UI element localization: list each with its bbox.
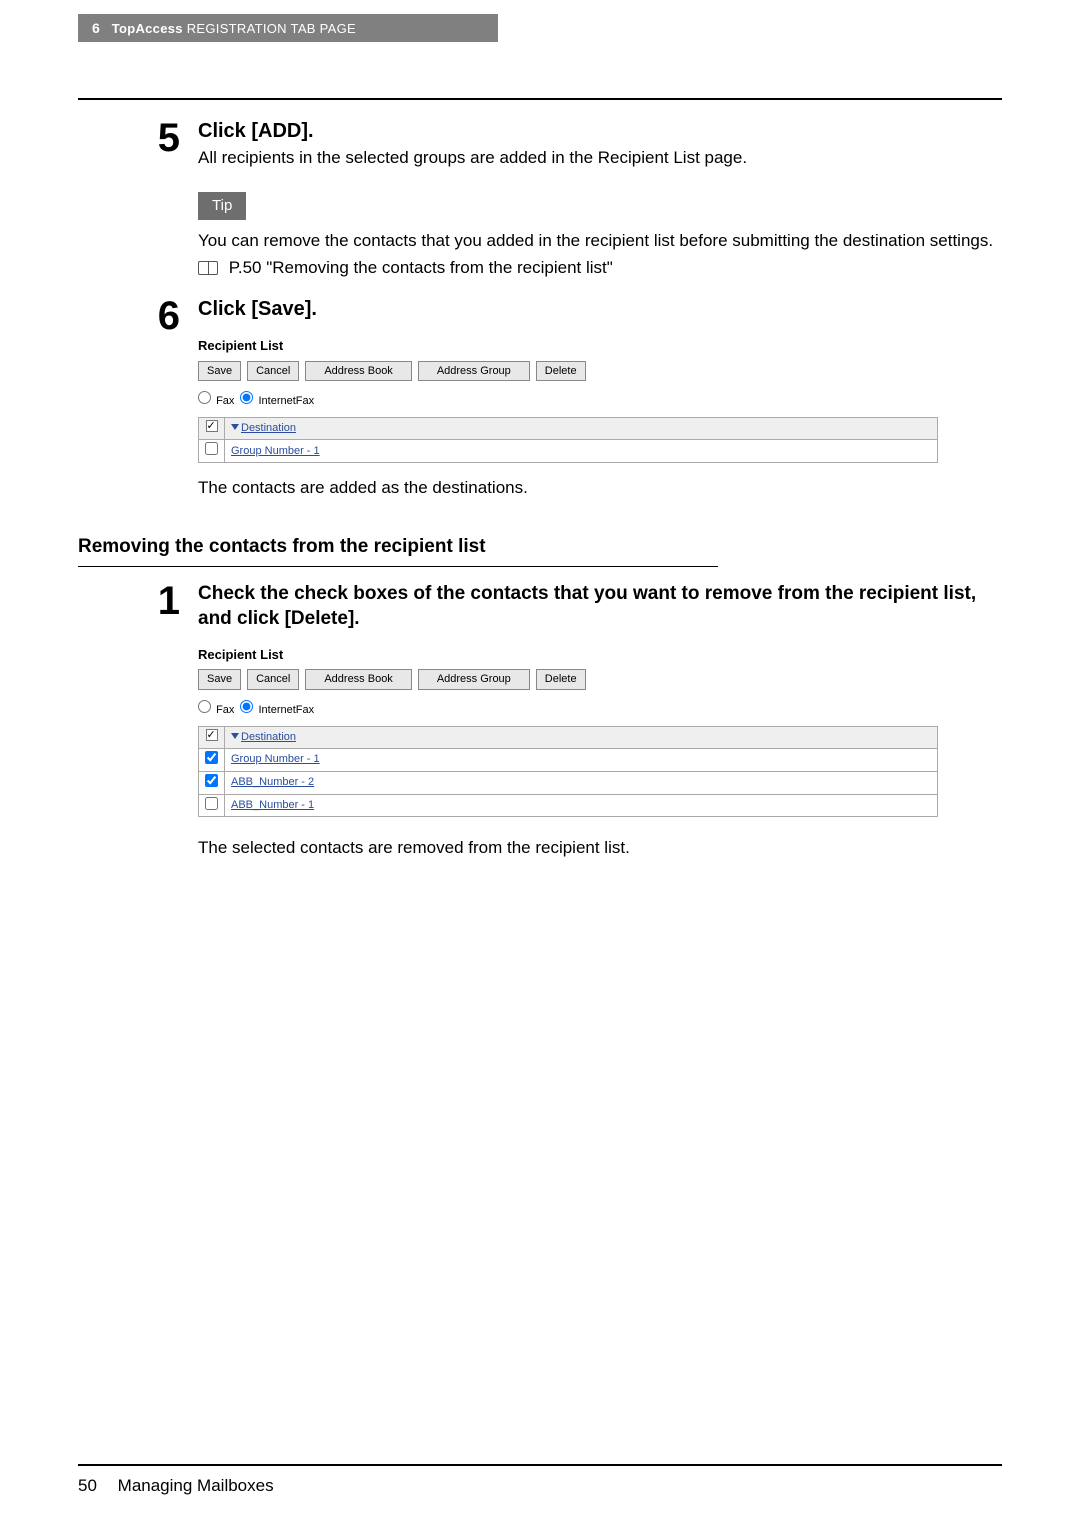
table-row: ABB_Number - 1 [199, 794, 938, 817]
page-number: 50 [78, 1476, 97, 1495]
table-row: ABB_Number - 2 [199, 771, 938, 794]
select-all-header[interactable] [199, 418, 225, 440]
book-reference: P.50 "Removing the contacts from the rec… [198, 257, 1002, 280]
recipient-list-title: Recipient List [198, 337, 938, 355]
step-5-desc: All recipients in the selected groups ar… [198, 147, 1002, 170]
save-button[interactable]: Save [198, 669, 241, 690]
step-5-title: Click [ADD]. [198, 118, 1002, 145]
destination-link[interactable]: Group Number - 1 [231, 445, 320, 457]
select-all-checkbox-icon[interactable] [206, 729, 218, 741]
delete-button[interactable]: Delete [536, 361, 586, 382]
row-checkbox[interactable] [205, 797, 218, 810]
internetfax-radio-label[interactable]: InternetFax [240, 391, 314, 409]
fax-type-radio-group: Fax InternetFax [198, 391, 938, 409]
table-row: Group Number - 1 [199, 440, 938, 463]
step-6-result: The contacts are added as the destinatio… [198, 477, 1002, 500]
table-row: Group Number - 1 [199, 748, 938, 771]
row-checkbox[interactable] [205, 442, 218, 455]
select-all-header[interactable] [199, 727, 225, 749]
fax-radio[interactable] [198, 700, 211, 713]
step-number: 5 [78, 118, 198, 280]
cancel-button[interactable]: Cancel [247, 361, 299, 382]
internetfax-radio-label[interactable]: InternetFax [240, 700, 314, 718]
page-header-bar: 6 TopAccess REGISTRATION TAB PAGE [78, 14, 498, 42]
destination-header[interactable]: Destination [225, 418, 938, 440]
select-all-checkbox-icon[interactable] [206, 420, 218, 432]
address-book-button[interactable]: Address Book [305, 361, 411, 382]
chapter-number: 6 [92, 20, 100, 36]
footer-rule [78, 1464, 1002, 1466]
table-header-row: Destination [199, 418, 938, 440]
destination-header-label: Destination [241, 422, 296, 434]
section-heading: Removing the contacts from the recipient… [78, 534, 1002, 560]
recipient-list-title: Recipient List [198, 646, 938, 664]
destination-link[interactable]: ABB_Number - 2 [231, 776, 314, 788]
cancel-button[interactable]: Cancel [247, 669, 299, 690]
chapter-title-rest: REGISTRATION TAB PAGE [187, 21, 356, 36]
fax-radio-text: Fax [216, 704, 234, 716]
page-footer: 50 Managing Mailboxes [78, 1476, 274, 1496]
internetfax-radio[interactable] [240, 700, 253, 713]
chapter-title-prefix: TopAccess [112, 21, 183, 36]
save-button[interactable]: Save [198, 361, 241, 382]
recipient-table: Destination Group Number - 1 ABB_Number … [198, 726, 938, 817]
internetfax-radio-text: InternetFax [258, 395, 314, 407]
row-checkbox[interactable] [205, 751, 218, 764]
chevron-down-icon [231, 733, 239, 739]
chapter-title: TopAccess REGISTRATION TAB PAGE [112, 21, 356, 36]
step-remove-1-title: Check the check boxes of the contacts th… [198, 581, 1002, 632]
address-group-button[interactable]: Address Group [418, 361, 530, 382]
step-6: 6 Click [Save]. Recipient List Save Canc… [78, 296, 1002, 567]
destination-link[interactable]: Group Number - 1 [231, 753, 320, 765]
recipient-list-toolbar: Save Cancel Address Book Address Group D… [198, 669, 938, 690]
step-number: 6 [78, 296, 198, 567]
step-number: 1 [78, 581, 198, 861]
recipient-list-toolbar: Save Cancel Address Book Address Group D… [198, 361, 938, 382]
table-header-row: Destination [199, 727, 938, 749]
step-remove-1-result: The selected contacts are removed from t… [198, 837, 1002, 860]
fax-type-radio-group: Fax InternetFax [198, 700, 938, 718]
chevron-down-icon [231, 424, 239, 430]
fax-radio-label[interactable]: Fax [198, 391, 234, 409]
step-5: 5 Click [ADD]. All recipients in the sel… [78, 118, 1002, 280]
recipient-list-panel-1: Recipient List Save Cancel Address Book … [198, 337, 938, 463]
step-6-title: Click [Save]. [198, 296, 1002, 323]
tip-text: You can remove the contacts that you add… [198, 230, 1002, 253]
destination-header[interactable]: Destination [225, 727, 938, 749]
internetfax-radio[interactable] [240, 391, 253, 404]
book-icon [198, 261, 218, 275]
tip-label: Tip [198, 192, 246, 220]
fax-radio[interactable] [198, 391, 211, 404]
row-checkbox[interactable] [205, 774, 218, 787]
address-book-button[interactable]: Address Book [305, 669, 411, 690]
recipient-list-panel-2: Recipient List Save Cancel Address Book … [198, 646, 938, 818]
destination-link[interactable]: ABB_Number - 1 [231, 799, 314, 811]
footer-section: Managing Mailboxes [118, 1476, 274, 1495]
destination-header-label: Destination [241, 731, 296, 743]
section-rule [78, 566, 718, 567]
delete-button[interactable]: Delete [536, 669, 586, 690]
book-ref-text: P.50 "Removing the contacts from the rec… [229, 258, 613, 277]
fax-radio-text: Fax [216, 395, 234, 407]
address-group-button[interactable]: Address Group [418, 669, 530, 690]
step-remove-1: 1 Check the check boxes of the contacts … [78, 581, 1002, 861]
recipient-table: Destination Group Number - 1 [198, 417, 938, 463]
internetfax-radio-text: InternetFax [258, 704, 314, 716]
fax-radio-label[interactable]: Fax [198, 700, 234, 718]
top-horizontal-rule [78, 98, 1002, 100]
